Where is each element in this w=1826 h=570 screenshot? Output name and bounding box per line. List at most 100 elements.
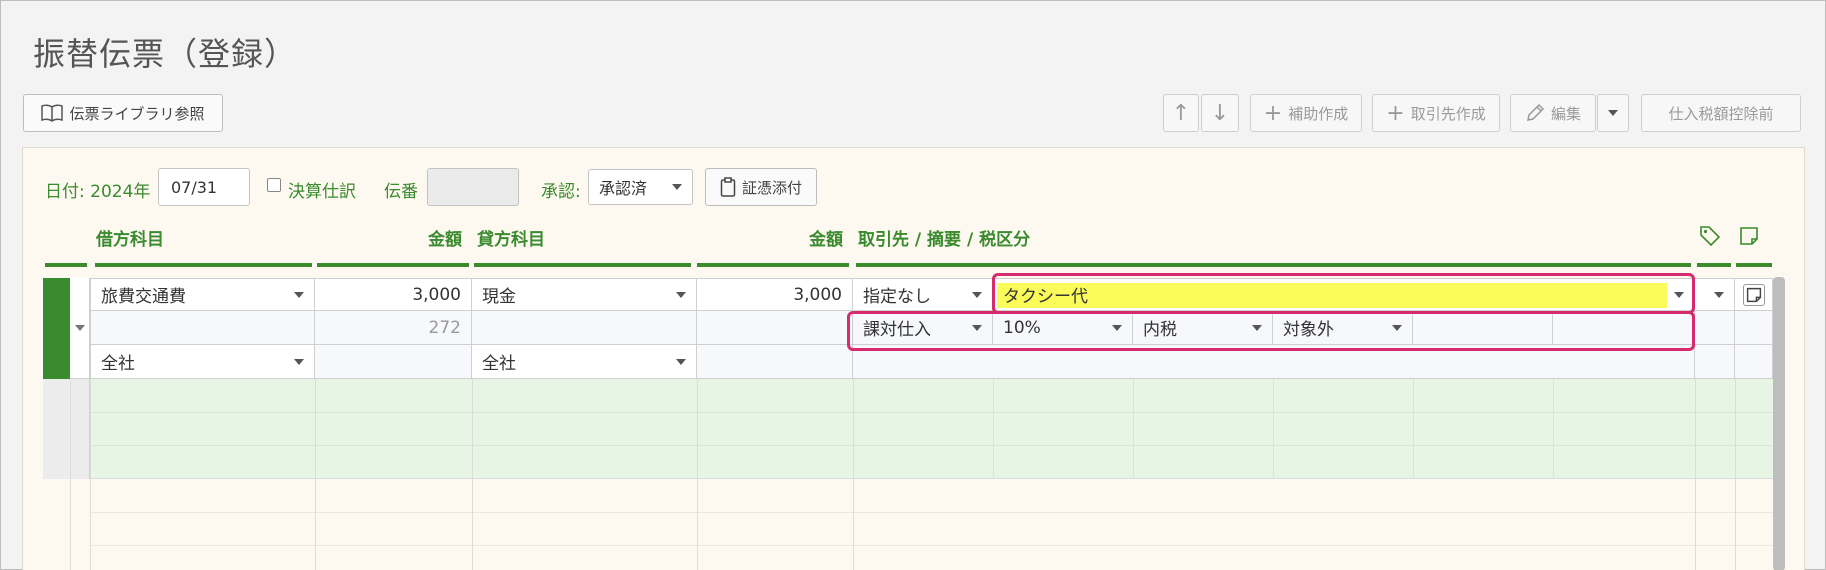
- debit-department-spacer: [315, 345, 472, 379]
- credit-account-header: 貸方科目: [477, 230, 545, 250]
- date-label: 日付: 2024年: [45, 182, 151, 202]
- empty-entry-row[interactable]: [43, 379, 1773, 479]
- add-sub-account-button[interactable]: + 補助作成: [1250, 94, 1362, 132]
- tax-deduction-label: 仕入税額控除前: [1668, 104, 1774, 123]
- empty-row-marker: [43, 379, 90, 479]
- tag-cell: [1695, 311, 1735, 345]
- plus-icon: +: [1386, 100, 1405, 126]
- chevron-down-icon: [972, 291, 982, 298]
- debit-amount-header: 金額: [428, 230, 462, 250]
- attach-evidence-label: 証憑添付: [741, 178, 802, 197]
- library-button[interactable]: 伝票ライブラリ参照: [23, 94, 223, 132]
- slip-number-input[interactable]: [427, 168, 519, 206]
- vertical-scrollbar[interactable]: [1773, 277, 1785, 570]
- partner-select[interactable]: 指定なし: [853, 278, 993, 311]
- header-underline: [1736, 263, 1772, 267]
- move-down-button[interactable]: ↓: [1201, 94, 1239, 132]
- approval-value: 承認済: [599, 179, 648, 198]
- chevron-down-icon: [676, 358, 686, 365]
- move-up-button[interactable]: ↑: [1163, 94, 1199, 132]
- credit-tax-amount: [697, 311, 853, 345]
- edit-button[interactable]: 編集: [1510, 94, 1596, 132]
- edit-dropdown-button[interactable]: [1597, 94, 1629, 132]
- credit-tax-spacer: [472, 311, 697, 345]
- note-cell: [1735, 345, 1773, 379]
- col-line: [993, 379, 994, 479]
- credit-department-value: 全社: [482, 354, 516, 374]
- arrow-down-icon: ↓: [1210, 100, 1230, 126]
- add-sub-account-label: 補助作成: [1288, 104, 1349, 123]
- header-underline: [474, 263, 691, 267]
- header-underline: [95, 263, 312, 267]
- pencil-icon: [1525, 103, 1545, 123]
- col-line: [1273, 379, 1274, 479]
- slip-number-label: 伝番: [384, 182, 418, 202]
- tag-icon[interactable]: [1699, 225, 1721, 247]
- header-underline: [697, 263, 849, 267]
- col-line: [1553, 379, 1554, 479]
- col-line: [1735, 379, 1736, 570]
- chevron-down-icon: [1714, 291, 1724, 298]
- row-divider: [90, 412, 1773, 413]
- debit-department-value: 全社: [101, 354, 135, 374]
- header-underline: [317, 263, 469, 267]
- add-partner-label: 取引先作成: [1410, 104, 1486, 123]
- debit-amount-input[interactable]: 3,000: [315, 278, 472, 311]
- col-line: [70, 379, 71, 570]
- debit-account-select[interactable]: 旅費交通費: [90, 278, 315, 311]
- date-input[interactable]: 07/31: [158, 168, 250, 206]
- tag-select[interactable]: [1695, 278, 1735, 311]
- row-divider: [90, 445, 1773, 446]
- chevron-down-icon: [294, 358, 304, 365]
- credit-amount-header: 金額: [809, 230, 843, 250]
- approval-select[interactable]: 承認済: [588, 169, 693, 205]
- attach-evidence-button[interactable]: 証憑添付: [705, 168, 817, 206]
- edit-button-label: 編集: [1550, 104, 1581, 123]
- note-cell: [1735, 311, 1773, 345]
- tax-highlight-callout: [847, 311, 1695, 351]
- entry-row-toggle[interactable]: [70, 278, 90, 379]
- col-line: [1695, 379, 1696, 570]
- col-line: [472, 379, 473, 570]
- chevron-down-icon: [75, 325, 85, 331]
- closing-entry-checkbox[interactable]: [267, 178, 281, 192]
- plus-icon: +: [1263, 100, 1283, 126]
- page-title: 振替伝票（登録）: [33, 35, 298, 73]
- chevron-down-icon: [294, 291, 304, 298]
- chevron-down-icon: [1608, 110, 1618, 116]
- debit-department-select[interactable]: 全社: [90, 345, 315, 379]
- sticky-note-icon: [1742, 283, 1765, 306]
- memo-highlight-callout: [992, 273, 1695, 314]
- credit-amount-input[interactable]: 3,000: [697, 278, 853, 311]
- debit-account-value: 旅費交通費: [101, 287, 186, 307]
- approval-label: 承認:: [541, 182, 581, 202]
- credit-account-value: 現金: [482, 287, 516, 307]
- row-divider: [90, 512, 1773, 513]
- add-partner-button[interactable]: + 取引先作成: [1372, 94, 1500, 132]
- debit-tax-amount: 272: [315, 311, 472, 345]
- col-line: [1413, 379, 1414, 479]
- credit-department-select[interactable]: 全社: [472, 345, 697, 379]
- sticky-note-icon[interactable]: [1739, 226, 1759, 246]
- header-underline: [45, 263, 87, 267]
- chevron-down-icon: [676, 291, 686, 298]
- col-line: [853, 379, 854, 570]
- tax-deduction-button[interactable]: 仕入税額控除前: [1641, 94, 1801, 132]
- col-line: [1133, 379, 1134, 479]
- col-line: [697, 379, 698, 570]
- chevron-down-icon: [672, 184, 682, 190]
- row-divider: [90, 545, 1773, 546]
- arrow-up-icon: ↑: [1171, 100, 1191, 126]
- debit-tax-spacer: [90, 311, 315, 345]
- note-button[interactable]: [1735, 278, 1773, 311]
- header-underline: [1697, 263, 1731, 267]
- col-line: [315, 379, 316, 570]
- credit-account-select[interactable]: 現金: [472, 278, 697, 311]
- clipboard-icon: [720, 177, 736, 197]
- debit-account-header: 借方科目: [96, 230, 164, 250]
- partner-memo-tax-header: 取引先 / 摘要 / 税区分: [858, 230, 1031, 250]
- col-line: [90, 379, 91, 570]
- credit-department-spacer: [697, 345, 853, 379]
- partner-value: 指定なし: [863, 287, 931, 307]
- book-icon: [41, 104, 64, 122]
